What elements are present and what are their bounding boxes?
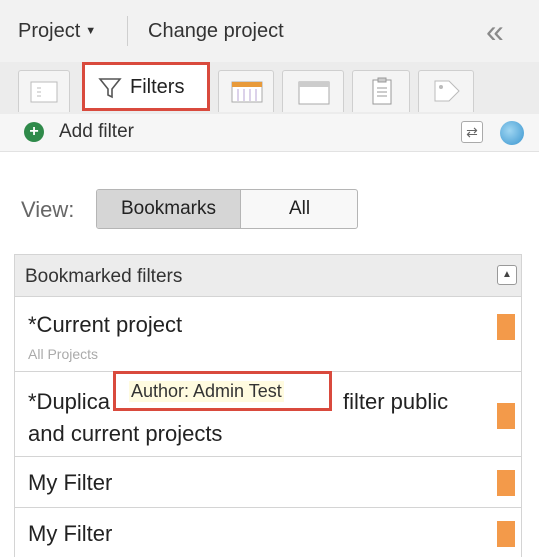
filter-name: My Filter (28, 521, 113, 546)
collapse-panel-icon[interactable]: « (486, 13, 504, 50)
tooltip-text: Author: Admin Test (129, 381, 284, 402)
view-toggle: Bookmarks All (96, 189, 358, 229)
filter-name-end: filter public (343, 389, 449, 414)
view-label: View: (21, 197, 75, 222)
view-all-button[interactable]: All (242, 190, 357, 228)
filter-row[interactable]: *Current project All Projects (15, 298, 521, 372)
tag-icon (434, 80, 460, 102)
filter-name: My Filter (28, 470, 113, 495)
bookmark-icon[interactable] (497, 314, 515, 340)
divider (127, 16, 128, 46)
panel-header: Bookmarked filters ▲ (15, 255, 521, 297)
collapse-up-icon[interactable]: ▲ (497, 265, 517, 285)
view-bookmarks-button[interactable]: Bookmarks (97, 190, 241, 228)
caret-down-icon: ▼ (85, 25, 97, 37)
bookmark-icon[interactable] (497, 470, 515, 496)
calendar-icon (298, 81, 330, 105)
filter-name-start: *Duplica (28, 389, 110, 414)
refresh-icon[interactable]: ⇄ (461, 121, 483, 143)
list-view-icon (30, 81, 58, 103)
project-dropdown[interactable]: Project ▼ (18, 20, 96, 43)
filter-name-line2: and current projects (28, 421, 223, 446)
author-tooltip: Author: Admin Test (113, 371, 332, 411)
filter-icon (98, 78, 122, 99)
tab-list[interactable] (18, 70, 70, 112)
tab-calendar[interactable] (282, 70, 344, 112)
project-label: Project (18, 20, 81, 42)
tab-planning[interactable] (218, 70, 274, 112)
bookmark-icon[interactable] (497, 403, 515, 429)
bookmark-icon[interactable] (497, 521, 515, 547)
filter-scope: All Projects (28, 346, 99, 362)
change-project-link[interactable]: Change project (148, 20, 284, 43)
planning-board-icon (231, 81, 263, 103)
tab-filters[interactable]: Filters (82, 62, 210, 111)
tab-tags[interactable] (418, 70, 474, 112)
filter-name: *Current project (28, 312, 183, 337)
add-filter-icon[interactable]: + (24, 122, 44, 142)
panel-title: Bookmarked filters (25, 266, 183, 287)
add-filter-link[interactable]: Add filter (59, 121, 134, 143)
filter-row[interactable]: My Filter (15, 509, 521, 557)
tab-filters-label: Filters (130, 76, 185, 98)
clipboard-icon (372, 77, 392, 105)
tab-documents[interactable] (352, 70, 410, 112)
globe-icon[interactable] (500, 121, 524, 145)
filter-row[interactable]: My Filter (15, 458, 521, 508)
